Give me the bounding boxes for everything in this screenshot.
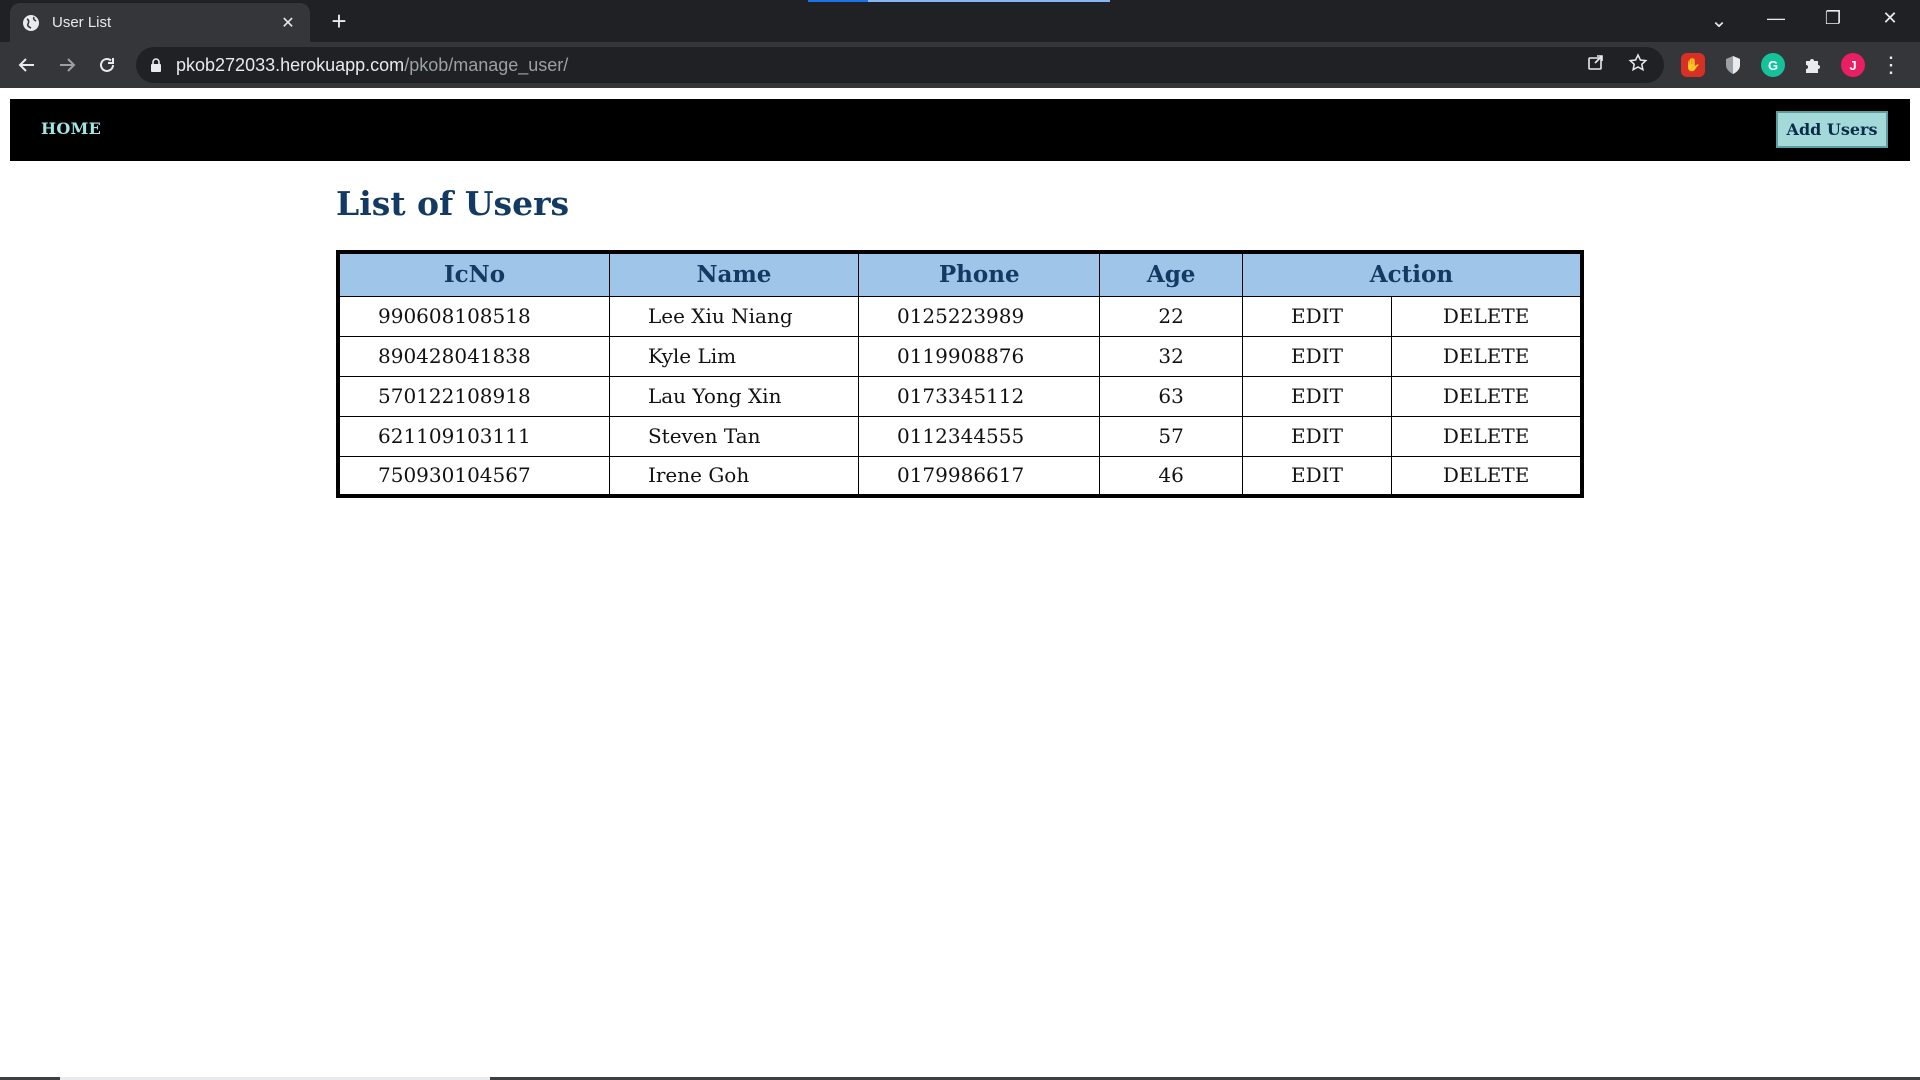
table-header-row: IcNo Name Phone Age Action [337, 251, 1583, 297]
cell-icno: 890428041838 [337, 335, 610, 377]
site-navbar: HOME Add Users [10, 99, 1910, 161]
delete-link[interactable]: DELETE [1391, 295, 1583, 337]
tab-close-icon[interactable]: ✕ [278, 13, 298, 33]
delete-link[interactable]: DELETE [1391, 415, 1583, 457]
cell-age: 22 [1099, 295, 1243, 337]
cell-phone: 0179986617 [857, 455, 1101, 497]
reload-icon[interactable] [92, 50, 122, 80]
loading-indicator [808, 0, 1110, 2]
cell-name: Irene Goh [608, 455, 859, 497]
extensions-puzzle-icon[interactable] [1801, 53, 1825, 77]
browser-toolbar: pkob272033.herokuapp.com/pkob/manage_use… [0, 42, 1920, 88]
cell-name: Kyle Lim [608, 335, 859, 377]
cell-icno: 570122108918 [337, 375, 610, 417]
users-table: IcNo Name Phone Age Action 990608108518 … [336, 250, 1584, 498]
grammarly-icon[interactable]: G [1761, 53, 1785, 77]
edit-link[interactable]: EDIT [1241, 415, 1393, 457]
cell-age: 57 [1099, 415, 1243, 457]
cell-icno: 750930104567 [337, 455, 610, 497]
address-bar[interactable]: pkob272033.herokuapp.com/pkob/manage_use… [136, 47, 1664, 83]
delete-link[interactable]: DELETE [1391, 375, 1583, 417]
url-host: pkob272033.herokuapp.com [176, 54, 405, 75]
browser-tab[interactable]: User List ✕ [10, 3, 310, 42]
cell-name: Lau Yong Xin [608, 375, 859, 417]
delete-link[interactable]: DELETE [1391, 335, 1583, 377]
lock-icon [150, 58, 162, 72]
back-icon[interactable] [12, 50, 42, 80]
table-row: 890428041838 Kyle Lim 0119908876 32 EDIT… [337, 335, 1583, 377]
header-name: Name [608, 251, 859, 297]
tab-search-icon[interactable]: ⌄ [1704, 8, 1734, 33]
forward-icon[interactable] [52, 50, 82, 80]
cell-age: 63 [1099, 375, 1243, 417]
globe-icon [22, 14, 40, 32]
bookmark-star-icon[interactable] [1626, 53, 1650, 78]
close-window-icon[interactable]: ✕ [1875, 8, 1905, 29]
browser-menu-icon[interactable]: ⋮ [1880, 52, 1902, 78]
home-link[interactable]: HOME [41, 119, 101, 138]
add-users-button[interactable]: Add Users [1776, 111, 1888, 148]
edit-link[interactable]: EDIT [1241, 335, 1393, 377]
header-age: Age [1099, 251, 1243, 297]
cell-phone: 0173345112 [857, 375, 1101, 417]
cell-icno: 621109103111 [337, 415, 610, 457]
cell-age: 46 [1099, 455, 1243, 497]
shield-extension-icon[interactable] [1721, 53, 1745, 77]
header-icno: IcNo [337, 251, 610, 297]
cell-phone: 0112344555 [857, 415, 1101, 457]
cell-phone: 0119908876 [857, 335, 1101, 377]
cell-name: Lee Xiu Niang [608, 295, 859, 337]
table-row: 621109103111 Steven Tan 0112344555 57 ED… [337, 415, 1583, 457]
header-action: Action [1241, 251, 1583, 297]
adblock-extension-icon[interactable]: ✋ [1681, 53, 1705, 77]
tab-title: User List [52, 14, 112, 31]
restore-icon[interactable]: ❐ [1818, 8, 1848, 29]
browser-tab-bar: User List ✕ + ⌄ — ❐ ✕ [0, 0, 1920, 42]
edit-link[interactable]: EDIT [1241, 295, 1393, 337]
share-icon[interactable] [1584, 53, 1608, 76]
cell-name: Steven Tan [608, 415, 859, 457]
header-phone: Phone [857, 251, 1101, 297]
table-row: 990608108518 Lee Xiu Niang 0125223989 22… [337, 295, 1583, 337]
profile-avatar[interactable]: J [1841, 53, 1865, 77]
url-text: pkob272033.herokuapp.com/pkob/manage_use… [176, 55, 568, 76]
cell-age: 32 [1099, 335, 1243, 377]
edit-link[interactable]: EDIT [1241, 375, 1393, 417]
table-row: 570122108918 Lau Yong Xin 0173345112 63 … [337, 375, 1583, 417]
delete-link[interactable]: DELETE [1391, 455, 1583, 497]
page-title: List of Users [336, 184, 570, 223]
url-path: /pkob/manage_user/ [404, 54, 569, 75]
cell-icno: 990608108518 [337, 295, 610, 337]
new-tab-icon[interactable]: + [326, 8, 352, 34]
edit-link[interactable]: EDIT [1241, 455, 1393, 497]
minimize-icon[interactable]: — [1761, 8, 1791, 29]
cell-phone: 0125223989 [857, 295, 1101, 337]
table-row: 750930104567 Irene Goh 0179986617 46 EDI… [337, 455, 1583, 497]
